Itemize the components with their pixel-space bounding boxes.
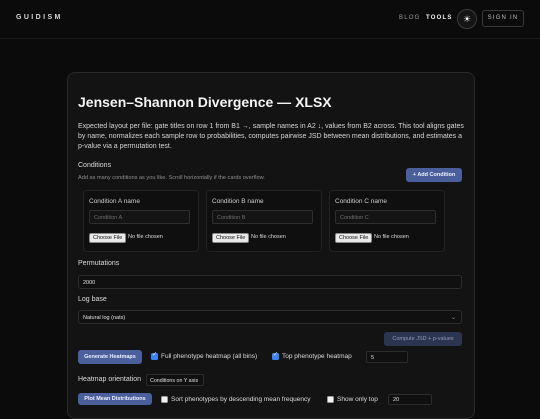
page-title: Jensen–Shannon Divergence — XLSX [78, 94, 332, 110]
choose-file-button[interactable]: Choose File [89, 233, 127, 243]
nav-link-blog[interactable]: BLOG [399, 15, 420, 21]
brand-logo[interactable]: GUIDISM [16, 14, 63, 21]
show-only-top-checkbox[interactable] [327, 396, 334, 403]
sort-phenotypes-label: Sort phenotypes by descending mean frequ… [171, 396, 311, 403]
sun-icon: ☀ [462, 14, 472, 24]
condition-card-a: Condition A name Condition A Choose File… [83, 190, 199, 252]
condition-name-label: Condition A name [89, 198, 140, 205]
condition-name-input[interactable]: Condition A [89, 210, 190, 224]
plot-mean-distributions-button[interactable]: Plot Mean Distributions [78, 393, 152, 405]
show-only-top-label: Show only top [337, 396, 378, 403]
condition-card-b: Condition B name Condition B Choose File… [206, 190, 322, 252]
heatmap-orientation-select[interactable]: Conditions on Y axis [146, 374, 204, 386]
choose-file-button[interactable]: Choose File [212, 233, 250, 243]
conditions-hint: Add as many conditions as you like. Scro… [78, 175, 265, 181]
generate-heatmaps-button[interactable]: Generate Heatmaps [78, 350, 142, 364]
sign-in-button[interactable]: SIGN IN [482, 10, 524, 27]
sort-phenotypes-checkbox[interactable] [161, 396, 168, 403]
choose-file-button[interactable]: Choose File [335, 233, 373, 243]
conditions-heading: Conditions [78, 162, 112, 169]
top-heatmap-checkbox[interactable] [272, 351, 279, 360]
condition-name-input[interactable]: Condition C [335, 210, 436, 224]
condition-name-input[interactable]: Condition B [212, 210, 313, 224]
conditions-list[interactable]: Condition A name Condition A Choose File… [78, 190, 462, 255]
condition-card-c: Condition C name Condition C Choose File… [329, 190, 445, 252]
compute-jsd-button[interactable]: Compute JSD + p-values [384, 332, 462, 346]
condition-name-label: Condition B name [212, 198, 264, 205]
theme-toggle-button[interactable]: ☀ [457, 9, 477, 29]
permutations-input[interactable]: 2000 [78, 275, 462, 289]
add-condition-button[interactable]: + Add Condition [406, 168, 462, 182]
log-base-label: Log base [78, 296, 107, 303]
log-base-value: Natural log (nats) [83, 315, 126, 321]
file-status: No file chosen [251, 234, 286, 240]
permutations-label: Permutations [78, 260, 120, 267]
full-heatmap-checkbox[interactable] [151, 351, 158, 360]
tool-description: Expected layout per file: gate titles on… [78, 123, 464, 150]
top-phenotype-count-input[interactable]: 5 [366, 351, 408, 363]
nav-link-tools[interactable]: TOOLS [426, 15, 453, 21]
file-status: No file chosen [374, 234, 409, 240]
full-heatmap-label: Full phenotype heatmap (all bins) [161, 353, 258, 360]
log-base-select[interactable]: Natural log (nats) ⌄ [78, 310, 462, 324]
top-navigation-bar: GUIDISM BLOG TOOLS ☀ SIGN IN [0, 0, 540, 39]
show-only-top-input[interactable]: 20 [388, 394, 432, 405]
chevron-down-icon: ⌄ [450, 315, 456, 321]
file-status: No file chosen [128, 234, 163, 240]
heatmap-orientation-label: Heatmap orientation [78, 376, 142, 383]
condition-name-label: Condition C name [335, 198, 388, 205]
top-heatmap-label: Top phenotype heatmap [282, 353, 352, 360]
